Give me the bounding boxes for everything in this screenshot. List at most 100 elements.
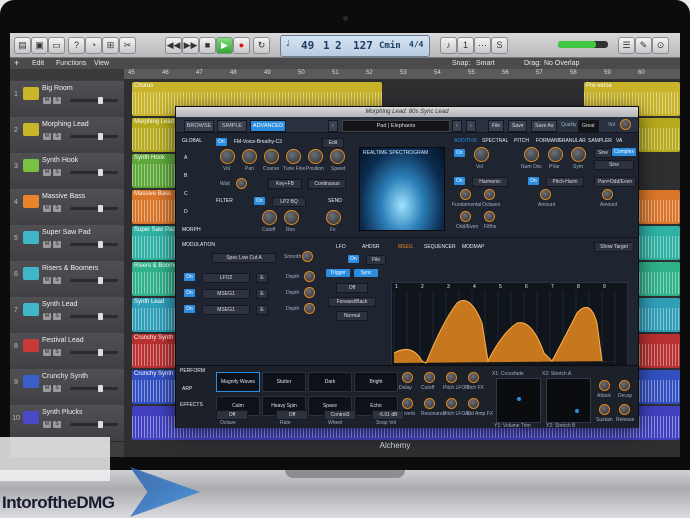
track-name[interactable]: Synth Plucks (42, 409, 82, 416)
tab-synth-pitch[interactable]: PITCH (514, 138, 529, 144)
mute-button[interactable]: M (43, 169, 51, 176)
mute-button[interactable]: M (43, 241, 51, 248)
mixer-icon[interactable]: ⊞ (102, 37, 119, 54)
send-fx-knob[interactable] (326, 210, 341, 225)
sustain-knob[interactable] (599, 404, 610, 415)
tab-mod-ahdsr[interactable]: AHDSR (362, 244, 380, 250)
track-name[interactable]: Massive Bass (42, 193, 85, 200)
mod-on-button[interactable]: On (184, 273, 195, 281)
source-b[interactable]: B (184, 173, 187, 179)
mute-button[interactable]: M (43, 313, 51, 320)
perform-pad[interactable]: Bright (354, 372, 398, 392)
additive-on-button[interactable]: On (454, 149, 465, 157)
complex-button[interactable]: Complex (612, 148, 636, 156)
save-as-button[interactable]: Save As (531, 120, 558, 132)
perform-knob-bottom[interactable] (446, 398, 457, 409)
bottom-value-select[interactable]: Control3 (324, 410, 356, 420)
track-volume-fader[interactable] (70, 385, 118, 392)
drag-value[interactable]: No Overlap (544, 58, 579, 69)
harmonic-on-button[interactable]: On (454, 177, 465, 185)
smart-controls-icon[interactable]: ◔ (85, 37, 102, 54)
mod-letter[interactable]: E (256, 305, 268, 315)
solo-button[interactable]: S (53, 205, 61, 212)
lcd-display[interactable]: ♩ 49 1 2 127 Cmin 4/4 (280, 35, 430, 57)
tab-simple[interactable]: SIMPLE (217, 120, 247, 132)
filter-on-button[interactable]: On (254, 197, 265, 205)
show-target-button[interactable]: Show Target (594, 242, 634, 252)
track-volume-fader[interactable] (70, 169, 118, 176)
forward-icon[interactable]: ▶▶ (182, 37, 199, 54)
loop-mode-select[interactable]: Continuous (308, 179, 346, 189)
track-header[interactable]: 3 Synth Hook M S (10, 153, 124, 190)
library-icon[interactable]: ▤ (14, 37, 31, 54)
perform-knob-bottom[interactable] (424, 398, 435, 409)
pitch-amount-knob[interactable] (540, 189, 551, 200)
pitch-harm-on-button[interactable]: On (528, 177, 539, 185)
perform-knob-top[interactable] (424, 372, 435, 383)
track-header[interactable]: 8 Festival Lead M S (10, 333, 124, 370)
mseg-on-button[interactable]: On (348, 255, 359, 263)
mute-button[interactable]: M (43, 349, 51, 356)
xy-pad-2[interactable] (546, 378, 591, 423)
track-name[interactable]: Morphing Lead (42, 121, 89, 128)
tab-synth-spectral[interactable]: SPECTRAL (482, 138, 508, 144)
speed-knob[interactable] (330, 149, 345, 164)
track-name[interactable]: Super Saw Pad (42, 229, 91, 236)
solo-button[interactable]: S (53, 313, 61, 320)
cutoff-knob[interactable] (262, 210, 277, 225)
tune-fine-knob[interactable] (286, 149, 301, 164)
edit-button[interactable]: Edit (322, 138, 344, 148)
additive-vol-knob[interactable] (474, 147, 489, 162)
source-a[interactable]: A (184, 155, 187, 161)
loop-mode-mseg-select[interactable]: Forward/Back (328, 297, 376, 307)
track-header[interactable]: 7 Synth Lead M S (10, 297, 124, 334)
edit-menu[interactable]: Edit (32, 58, 44, 69)
smooth-knob[interactable] (302, 251, 313, 262)
source-d[interactable]: D (184, 209, 188, 215)
track-header[interactable]: 1 Big Room M S (10, 81, 124, 118)
tab-synth-va[interactable]: VA (616, 138, 622, 144)
rewind-icon[interactable]: ◀◀ (165, 37, 182, 54)
preset-prev-arrow-icon[interactable]: ‹ (452, 120, 462, 132)
coarse-knob[interactable] (264, 149, 279, 164)
source-name[interactable]: FM-Voice-Breathy-C3 (234, 139, 282, 145)
quality-select[interactable]: Great (578, 120, 599, 132)
track-name[interactable]: Risers & Boomers (42, 265, 98, 272)
track-volume-fader[interactable] (70, 205, 118, 212)
mod-depth-knob[interactable] (304, 271, 315, 282)
mod-depth-knob[interactable] (304, 303, 315, 314)
count-in-icon[interactable]: 1 (457, 37, 474, 54)
master-vol-knob[interactable] (620, 119, 631, 130)
sine-button[interactable]: Sine (594, 148, 612, 158)
step-select[interactable]: Off (336, 283, 368, 293)
inbox-icon[interactable]: ▣ (31, 37, 48, 54)
prev-preset-icon[interactable]: ‹ (328, 120, 338, 132)
perform-pad[interactable]: Dark (308, 372, 352, 392)
attack-knob[interactable] (599, 380, 610, 391)
perform-knob-top[interactable] (468, 372, 479, 383)
track-volume-fader[interactable] (70, 97, 118, 104)
mod-source-select[interactable]: MSEG1 (202, 289, 250, 299)
mute-button[interactable]: M (43, 277, 51, 284)
release-knob[interactable] (619, 404, 630, 415)
track-volume-fader[interactable] (70, 277, 118, 284)
tab-synth-additive[interactable]: ADDITIVE (454, 138, 477, 144)
solo-button[interactable]: S (53, 97, 61, 104)
sym-knob[interactable] (571, 147, 586, 162)
save-button[interactable]: Save (508, 120, 528, 132)
decay-knob[interactable] (619, 380, 630, 391)
pitch-harm-select[interactable]: Pitch-Harm (546, 177, 584, 187)
pan-amount-knob[interactable] (602, 189, 613, 200)
track-volume-fader[interactable] (70, 421, 118, 428)
mod-on-button[interactable]: On (184, 289, 195, 297)
perform-knob-top[interactable] (446, 372, 457, 383)
solo-button[interactable]: S (53, 277, 61, 284)
key-select[interactable]: Key+FB (268, 179, 302, 189)
track-name[interactable]: Festival Lead (42, 337, 84, 344)
xy-pad-1[interactable] (496, 378, 541, 423)
pvar-knob[interactable] (548, 147, 563, 162)
toolbar-icon[interactable]: ▭ (48, 37, 65, 54)
fundamental-knob[interactable] (460, 189, 471, 200)
file-button[interactable]: File (488, 120, 505, 132)
sync-button[interactable]: Sync (354, 269, 378, 277)
